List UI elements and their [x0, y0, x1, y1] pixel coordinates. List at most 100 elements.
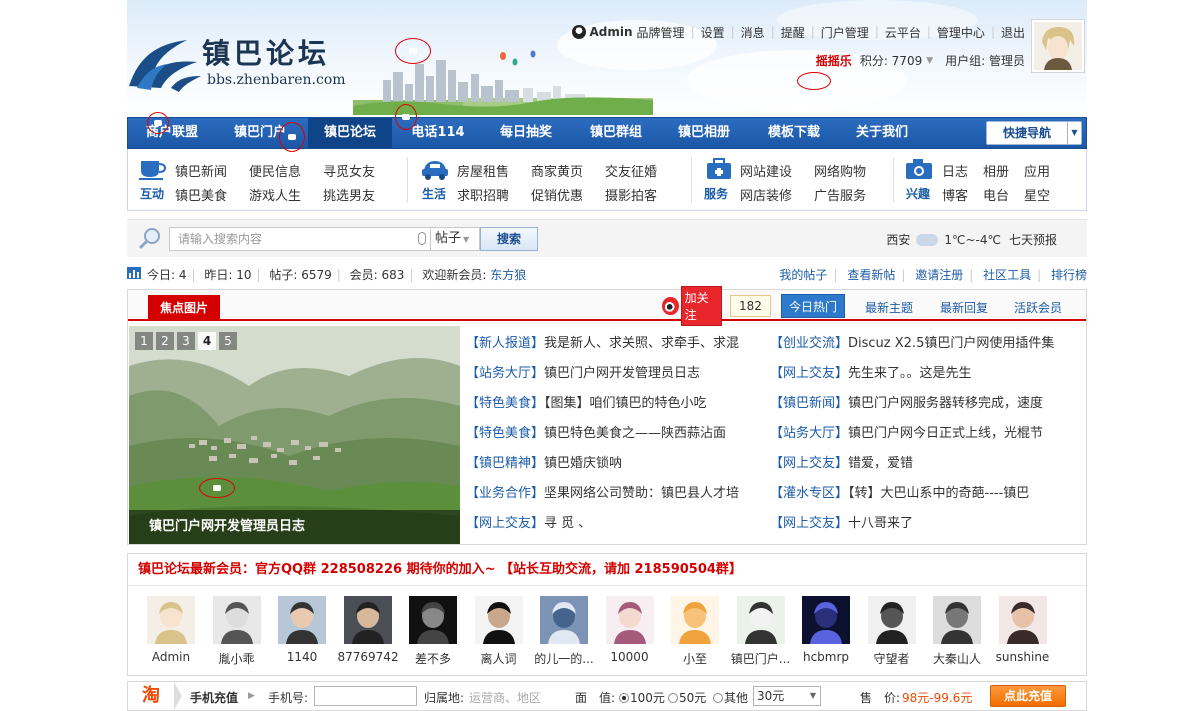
member-item[interactable]: 的儿一的...: [534, 596, 594, 667]
tab-active-members[interactable]: 活跃会员: [1014, 299, 1062, 316]
thread-category-link[interactable]: 【特色美食】: [466, 426, 544, 441]
thread-category-link[interactable]: 【特色美食】: [466, 396, 544, 411]
member-item[interactable]: 离人词: [469, 596, 529, 667]
cloud-platform-link[interactable]: 云平台: [885, 24, 921, 41]
search-type-select[interactable]: 帖子 ▼: [430, 227, 480, 251]
member-name[interactable]: 镇巴门户...: [731, 650, 791, 667]
subnav-link[interactable]: 便民信息: [249, 161, 301, 180]
member-item[interactable]: 镇巴门户...: [731, 596, 791, 667]
search-input[interactable]: 请输入搜索内容: [169, 227, 431, 251]
amount-select[interactable]: 30元 ▼: [753, 686, 821, 706]
member-avatar[interactable]: [474, 596, 523, 644]
member-avatar[interactable]: [343, 596, 392, 644]
new-posts-link[interactable]: 查看新帖: [847, 268, 895, 282]
thread-title-link[interactable]: 错爱，爱错: [848, 456, 913, 471]
member-item[interactable]: 大秦山人: [927, 596, 987, 667]
subnav-link[interactable]: 交友征婚: [605, 161, 657, 180]
option-50[interactable]: 50元: [668, 689, 706, 706]
option-other[interactable]: 其他: [713, 689, 748, 706]
thread-category-link[interactable]: 【网上交友】: [770, 456, 848, 471]
invite-link[interactable]: 邀请注册: [915, 268, 963, 282]
subnav-link[interactable]: 促销优惠: [531, 185, 583, 204]
thread-category-link[interactable]: 【镇巴新闻】: [770, 396, 848, 411]
member-name[interactable]: sunshine: [993, 650, 1053, 664]
thread-row[interactable]: 【创业交流】Discuz X2.5镇巴门户网使用插件集: [770, 334, 1070, 354]
member-avatar[interactable]: [409, 596, 457, 644]
thread-row[interactable]: 【网上交友】先生来了。。这是先生: [770, 364, 1070, 384]
member-name[interactable]: Admin: [141, 650, 201, 664]
thread-title-link[interactable]: 镇巴特色美食之——陕西蒜沾面: [544, 426, 726, 441]
member-avatar[interactable]: [605, 596, 654, 644]
subnav-link[interactable]: 日志: [942, 161, 968, 180]
thread-title-link[interactable]: 镇巴门户网开发管理员日志: [544, 366, 700, 381]
user-avatar[interactable]: [1031, 19, 1085, 73]
tab-latest-topics[interactable]: 最新主题: [865, 299, 913, 316]
subnav-link[interactable]: 网络购物: [814, 161, 866, 180]
subnav-link[interactable]: 电台: [983, 185, 1009, 204]
member-avatar[interactable]: [147, 596, 195, 644]
member-avatar[interactable]: [933, 596, 981, 644]
member-item[interactable]: 小至: [665, 596, 725, 667]
thread-title-link[interactable]: 镇巴门户网今日正式上线，光棍节: [848, 426, 1043, 441]
thread-row[interactable]: 【灌水专区】【转】大巴山系中的奇葩----镇巴: [770, 484, 1070, 504]
subnav-link[interactable]: 游戏人生: [249, 185, 301, 204]
thread-title-link[interactable]: 先生来了。。这是先生: [848, 366, 972, 381]
thread-row[interactable]: 【网上交友】十八哥来了: [770, 514, 1070, 534]
thread-category-link[interactable]: 【网上交友】: [770, 366, 848, 381]
nav-item-about[interactable]: 关于我们: [840, 118, 924, 148]
slide-page-2[interactable]: 2: [156, 332, 174, 350]
thread-title-link[interactable]: 镇巴婚庆锁呐: [544, 456, 622, 471]
subnav-link[interactable]: 相册: [983, 161, 1009, 180]
logout-link[interactable]: 退出: [1001, 24, 1025, 41]
subnav-link[interactable]: 房屋租售: [457, 161, 509, 180]
my-posts-link[interactable]: 我的帖子: [779, 268, 827, 282]
microphone-icon[interactable]: [418, 232, 426, 245]
member-avatar[interactable]: [802, 596, 850, 644]
member-avatar[interactable]: [278, 596, 326, 644]
admin-center-link[interactable]: 管理中心: [937, 24, 985, 41]
quick-nav-button[interactable]: 快捷导航 ▼: [986, 121, 1082, 145]
member-name[interactable]: 守望者: [862, 650, 922, 667]
weibo-follow[interactable]: 加关注: [662, 286, 722, 326]
follow-button[interactable]: 加关注: [680, 286, 722, 326]
member-name[interactable]: 离人词: [469, 650, 529, 667]
thread-category-link[interactable]: 【网上交友】: [466, 516, 544, 531]
member-name[interactable]: 的儿一的...: [534, 650, 594, 667]
member-name[interactable]: 87769742: [338, 650, 398, 664]
member-avatar[interactable]: [736, 596, 785, 644]
thread-row[interactable]: 【网上交友】寻 觅 、: [466, 514, 760, 534]
member-item[interactable]: sunshine: [993, 596, 1053, 664]
subnav-link[interactable]: 摄影拍客: [605, 185, 657, 204]
nav-item-albums[interactable]: 镇巴相册: [662, 118, 746, 148]
tab-focus-images[interactable]: 焦点图片: [148, 295, 220, 321]
subnav-link[interactable]: 网店装修: [740, 185, 792, 204]
member-name[interactable]: 差不多: [403, 650, 463, 667]
newest-member-link[interactable]: 东方狼: [490, 268, 526, 282]
subnav-link[interactable]: 广告服务: [814, 185, 866, 204]
thread-row[interactable]: 【镇巴新闻】镇巴门户网服务器转移完成，速度: [770, 394, 1070, 414]
thread-title-link[interactable]: 寻 觅 、: [544, 516, 591, 531]
forecast-link[interactable]: 七天预报: [1009, 231, 1057, 248]
thread-row[interactable]: 【特色美食】镇巴特色美食之——陕西蒜沾面: [466, 424, 760, 444]
site-logo[interactable]: 镇巴论坛 bbs.zhenbaren.com: [127, 22, 387, 94]
member-item[interactable]: Admin: [141, 596, 201, 664]
thread-title-link[interactable]: 十八哥来了: [848, 516, 913, 531]
nav-item-phone114[interactable]: 电话114: [398, 118, 478, 148]
option-100[interactable]: 100元: [619, 689, 665, 706]
subnav-link[interactable]: 星空: [1024, 185, 1050, 204]
username-link[interactable]: Admin: [590, 25, 633, 39]
thread-category-link[interactable]: 【站务大厅】: [466, 366, 544, 381]
slide-page-3[interactable]: 3: [177, 332, 195, 350]
nav-item-groups[interactable]: 镇巴群组: [574, 118, 658, 148]
thread-title-link[interactable]: Discuz X2.5镇巴门户网使用插件集: [848, 336, 1054, 351]
member-avatar[interactable]: [212, 596, 261, 644]
thread-title-link[interactable]: 我是新人、求关照、求牵手、求混: [544, 336, 739, 351]
thread-title-link[interactable]: 【转】大巴山系中的奇葩----镇巴: [848, 486, 1029, 501]
ranking-link[interactable]: 排行榜: [1051, 268, 1087, 282]
points-dropdown-icon[interactable]: ▼: [926, 56, 933, 66]
nav-item-lottery[interactable]: 每日抽奖: [484, 118, 568, 148]
thread-row[interactable]: 【业务合作】坚果网络公司赞助：镇巴县人才培: [466, 484, 760, 504]
member-item[interactable]: hcbmrp: [796, 596, 856, 664]
messages-link[interactable]: 消息: [741, 24, 765, 41]
search-button[interactable]: 搜索: [480, 227, 538, 251]
